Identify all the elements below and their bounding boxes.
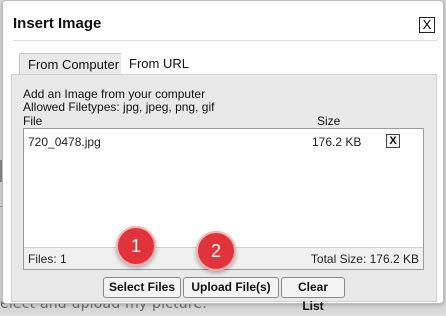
file-column-header: File bbox=[23, 114, 43, 128]
allowed-filetypes: Allowed Filetypes: jpg, jpeg, png, gif bbox=[23, 100, 215, 114]
intro-text: Add an Image from your computer bbox=[23, 87, 206, 101]
file-size: 176.2 KB bbox=[312, 135, 362, 149]
select-files-button[interactable]: Select Files bbox=[103, 277, 181, 298]
title-divider bbox=[13, 40, 437, 41]
annotation-badge-2: 2 bbox=[196, 231, 236, 271]
remove-file-button[interactable]: X bbox=[386, 134, 400, 148]
dialog-title: Insert Image bbox=[13, 15, 102, 32]
tab-from-url[interactable]: From URL bbox=[121, 53, 197, 75]
files-count: Files: 1 bbox=[28, 252, 67, 266]
upload-files-button[interactable]: Upload File(s) bbox=[183, 277, 279, 298]
close-button[interactable]: X bbox=[419, 17, 435, 33]
tab-from-computer[interactable]: From Computer bbox=[19, 53, 129, 75]
total-size: Total Size: 176.2 KB bbox=[310, 252, 419, 266]
file-name: 720_0478.jpg bbox=[28, 135, 101, 149]
size-column-header: Size bbox=[317, 114, 341, 128]
clear-list-button[interactable]: Clear List bbox=[281, 277, 345, 313]
annotation-badge-1: 1 bbox=[116, 226, 156, 266]
